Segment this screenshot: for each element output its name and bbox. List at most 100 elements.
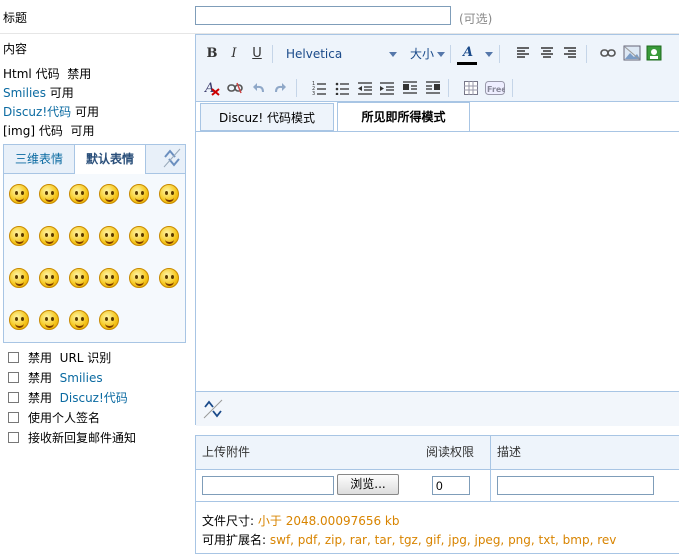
option-label[interactable]: 禁用 Smilies bbox=[28, 369, 103, 386]
html-rule-status: 禁用 bbox=[67, 67, 92, 81]
smile3-icon[interactable] bbox=[159, 268, 179, 288]
option-label[interactable]: 禁用 URL 识别 bbox=[28, 349, 111, 366]
smilies-link[interactable]: Smilies bbox=[3, 86, 46, 100]
file-size-label: 文件尺寸: bbox=[202, 514, 255, 528]
file-path-field[interactable] bbox=[202, 476, 334, 495]
tab-3d-smilies[interactable]: 三维表情 bbox=[8, 145, 70, 173]
attachment-row: 浏览... bbox=[196, 469, 679, 502]
resize-editor-icon[interactable] bbox=[202, 398, 224, 420]
font-color-icon[interactable]: A bbox=[459, 44, 477, 62]
tab-wysiwyg-mode[interactable]: 所见即所得模式 bbox=[337, 102, 470, 132]
media-icon[interactable] bbox=[646, 45, 662, 61]
ordered-list-icon[interactable]: 123 bbox=[312, 81, 326, 95]
chevron-down-icon[interactable] bbox=[485, 52, 493, 57]
align-right-icon[interactable] bbox=[563, 47, 577, 59]
handshake-icon[interactable] bbox=[99, 268, 119, 288]
html-rule: Html 代码 禁用 bbox=[3, 65, 91, 82]
image-icon[interactable] bbox=[623, 45, 641, 61]
option-label[interactable]: 使用个人签名 bbox=[28, 409, 100, 426]
chevron-down-icon[interactable] bbox=[437, 52, 445, 57]
toolbar-separator bbox=[586, 45, 587, 63]
file-size-info: 文件尺寸: 小于 2048.00097656 kb bbox=[202, 512, 400, 529]
laugh-icon[interactable] bbox=[129, 268, 149, 288]
attachment-panel: 上传附件 阅读权限 描述 浏览... 文件尺寸: 小于 2048.0009765… bbox=[195, 435, 679, 554]
sad-icon[interactable] bbox=[39, 184, 59, 204]
float-right-icon[interactable] bbox=[426, 81, 440, 95]
clock-icon[interactable] bbox=[69, 310, 89, 330]
title-hint: (可选) bbox=[459, 12, 493, 26]
shock-icon[interactable] bbox=[129, 226, 149, 246]
font-family-select[interactable]: Helvetica bbox=[286, 45, 342, 63]
tab-discuz-code-mode[interactable]: Discuz! 代码模式 bbox=[200, 103, 334, 131]
unordered-list-icon[interactable] bbox=[335, 81, 349, 95]
option-checkbox[interactable] bbox=[8, 372, 19, 383]
discuz-code-link[interactable]: Discuz!代码 bbox=[3, 105, 71, 119]
option-checkbox[interactable] bbox=[8, 392, 19, 403]
float-left-icon[interactable] bbox=[403, 81, 417, 95]
option-text: 使用个人签名 bbox=[28, 411, 101, 425]
rich-text-editor: B I U Helvetica 大小 A A 123 Free Discuz! … bbox=[195, 34, 679, 426]
col-description: 描述 bbox=[497, 445, 522, 459]
align-left-icon[interactable] bbox=[516, 47, 530, 59]
html-rule-prefix: Html 代码 bbox=[3, 67, 60, 81]
point-left-icon[interactable] bbox=[9, 268, 29, 288]
shout-icon[interactable] bbox=[69, 226, 89, 246]
title-label: 标题 bbox=[3, 11, 28, 25]
title-input[interactable] bbox=[195, 6, 451, 25]
chevron-down-icon[interactable] bbox=[389, 52, 397, 57]
smilies-panel: 三维表情 默认表情 bbox=[3, 144, 186, 343]
cry-icon[interactable] bbox=[99, 226, 119, 246]
smilies-rule-status: 可用 bbox=[49, 86, 74, 100]
wink-icon[interactable] bbox=[159, 226, 179, 246]
toolbar-separator bbox=[448, 79, 449, 97]
option-text[interactable]: Discuz!代码 bbox=[60, 391, 128, 405]
font-size-select[interactable]: 大小 bbox=[410, 45, 434, 63]
font-color-swatch bbox=[457, 62, 477, 65]
hug-icon[interactable] bbox=[9, 310, 29, 330]
toolbar-separator bbox=[499, 45, 500, 63]
undo-icon[interactable] bbox=[252, 82, 266, 94]
outdent-icon[interactable] bbox=[358, 81, 372, 95]
browse-button[interactable]: 浏览... bbox=[337, 474, 399, 495]
tongue-icon[interactable] bbox=[159, 184, 179, 204]
link-icon[interactable] bbox=[600, 48, 616, 58]
tab-default-smilies[interactable]: 默认表情 bbox=[74, 145, 146, 174]
bold-icon[interactable]: B bbox=[203, 45, 221, 63]
indent-icon[interactable] bbox=[380, 81, 394, 95]
extensions-value: swf, pdf, zip, rar, tar, tgz, gif, jpg, … bbox=[269, 533, 617, 547]
option-checkbox[interactable] bbox=[8, 432, 19, 443]
toolbar-separator bbox=[512, 79, 513, 97]
table-icon[interactable] bbox=[464, 81, 478, 95]
remove-format-icon[interactable]: A bbox=[204, 80, 220, 96]
underline-icon[interactable]: U bbox=[248, 45, 266, 63]
popup-arrow-icon[interactable] bbox=[161, 147, 183, 169]
extensions-info: 可用扩展名: swf, pdf, zip, rar, tar, tgz, gif… bbox=[202, 531, 616, 548]
blush-icon[interactable] bbox=[99, 184, 119, 204]
kiss-icon[interactable] bbox=[39, 310, 59, 330]
redo-icon[interactable] bbox=[273, 82, 287, 94]
smile2-icon[interactable] bbox=[69, 184, 89, 204]
free-tag-icon[interactable]: Free bbox=[485, 81, 505, 95]
point-right-icon[interactable] bbox=[39, 268, 59, 288]
option-checkbox[interactable] bbox=[8, 352, 19, 363]
unlink-icon[interactable] bbox=[227, 82, 243, 94]
phone-icon[interactable] bbox=[99, 310, 119, 330]
attachment-header: 上传附件 阅读权限 描述 bbox=[196, 436, 679, 470]
align-center-icon[interactable] bbox=[540, 47, 554, 59]
grin-icon[interactable] bbox=[129, 184, 149, 204]
option-label[interactable]: 接收新回复邮件通知 bbox=[28, 429, 136, 446]
editor-content-area[interactable] bbox=[196, 131, 679, 392]
read-permission-input[interactable] bbox=[432, 476, 470, 495]
smile-icon[interactable] bbox=[9, 184, 29, 204]
option-prefix: 禁用 bbox=[28, 391, 53, 405]
angry-icon[interactable] bbox=[39, 226, 59, 246]
option-text: URL 识别 bbox=[59, 351, 112, 365]
yawn-icon[interactable] bbox=[9, 226, 29, 246]
option-text[interactable]: Smilies bbox=[60, 371, 103, 385]
toolbar-separator bbox=[296, 79, 297, 97]
option-checkbox[interactable] bbox=[8, 412, 19, 423]
victory-icon[interactable] bbox=[69, 268, 89, 288]
italic-icon[interactable]: I bbox=[225, 45, 243, 63]
option-label[interactable]: 禁用 Discuz!代码 bbox=[28, 389, 128, 406]
description-input[interactable] bbox=[497, 476, 654, 495]
